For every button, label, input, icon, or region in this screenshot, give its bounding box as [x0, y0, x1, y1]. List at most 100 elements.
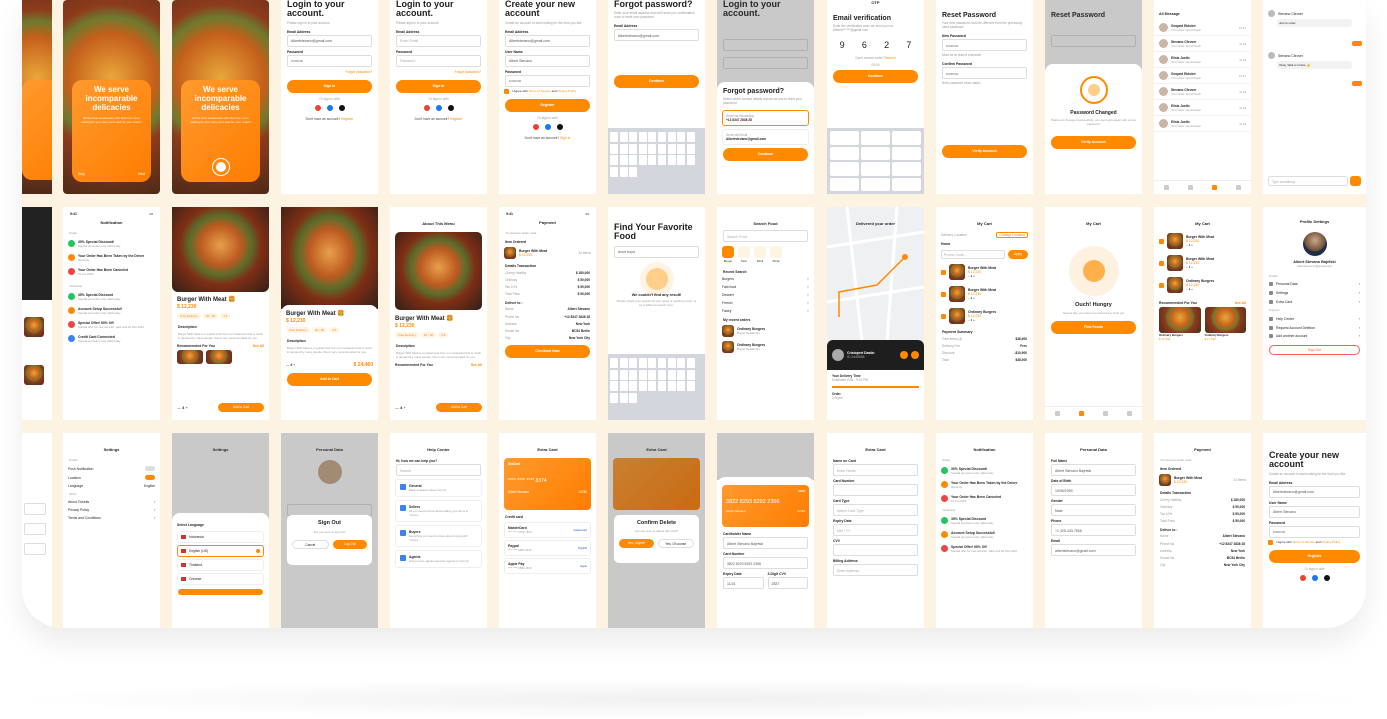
password-field[interactable]: ••••••••••: [505, 74, 590, 87]
close-icon[interactable]: ×: [807, 285, 809, 289]
forgot-password-link[interactable]: Forgot password?: [281, 67, 378, 77]
email-field[interactable]: Enter Email: [396, 34, 481, 47]
dob-field[interactable]: 19/06/1999: [1051, 484, 1136, 496]
profile-item[interactable]: Settings ›: [1263, 289, 1366, 298]
recommend-card[interactable]: Ordinary Burgers $ 17,230: [1204, 307, 1246, 341]
code-digit[interactable]: 2: [884, 40, 889, 50]
search-input[interactable]: Avorr boyd: [614, 245, 699, 258]
continue-button[interactable]: Continue: [723, 148, 808, 162]
address-field[interactable]: Enter Address: [833, 564, 918, 576]
sign-in-button[interactable]: Sign In: [287, 79, 372, 93]
support-item[interactable]: Add another account ›: [1263, 332, 1366, 341]
quantity-stepper[interactable]: − 1 +: [1186, 243, 1246, 247]
email-option[interactable]: Send via Email Albertstevano@gmail.com: [722, 129, 809, 146]
about-item[interactable]: About Ticketis ›: [63, 498, 160, 506]
whatsapp-option[interactable]: Send via WhatsApp +12 8347 2838 28: [722, 110, 809, 127]
card-type-select[interactable]: Select Card Type: [833, 504, 918, 516]
notification-item[interactable]: Your Order Has Been Canceled 19 Jun 2023: [936, 492, 1033, 506]
confirm-password-field[interactable]: ••••••••••: [942, 67, 1027, 80]
recent-item[interactable]: Fastry ×: [717, 307, 814, 315]
notification-item[interactable]: 35% Special Discount Special promotion on…: [63, 290, 160, 304]
see-all-link[interactable]: See All: [471, 363, 482, 367]
cart-icon[interactable]: [1078, 411, 1084, 416]
terms-checkbox[interactable]: [504, 88, 509, 94]
cart-item[interactable]: Burger With Meat $ 12,230− 1 +: [936, 283, 1033, 305]
message-item[interactable]: Elisia Justin Your Order Just Arrived! 11.…: [1154, 100, 1251, 116]
call-icon[interactable]: [900, 351, 908, 359]
notification-item[interactable]: Account Setup Successful! Special promoti…: [63, 304, 160, 318]
payment-card-item[interactable]: MasterCard **** **** 0783 7873 mastercard: [504, 522, 591, 538]
close-icon[interactable]: ×: [807, 309, 809, 313]
apple-icon[interactable]: [338, 104, 345, 111]
code-digit[interactable]: 9: [840, 40, 845, 50]
resend-link[interactable]: Resend: [884, 56, 895, 60]
quantity-stepper[interactable]: − 1 +: [1186, 265, 1246, 269]
quantity-stepper[interactable]: — 4 +: [177, 405, 188, 410]
chat-icon[interactable]: [1212, 185, 1218, 190]
see-all-link[interactable]: See All: [1235, 301, 1246, 305]
keyboard[interactable]: [608, 128, 705, 194]
password-field[interactable]: Password: [396, 54, 481, 67]
close-icon[interactable]: ×: [807, 301, 809, 305]
apple-icon[interactable]: [556, 123, 563, 130]
sign-out-button[interactable]: Sign Out: [1269, 344, 1360, 355]
email-field[interactable]: Albertstevano@gmail.com: [287, 34, 372, 47]
new-password-field[interactable]: ••••••••••: [942, 39, 1027, 52]
facebook-icon[interactable]: [326, 104, 333, 111]
quantity-stepper[interactable]: − 1 +: [1186, 287, 1246, 291]
checkout-button[interactable]: Checkout Now: [505, 344, 590, 358]
verify-account-button[interactable]: Verify Account: [942, 145, 1027, 159]
item-checkbox[interactable]: [1159, 260, 1164, 266]
message-item[interactable]: Elisia Justin Your Order Just Arrived! 11.…: [1154, 116, 1251, 132]
category-chip[interactable]: Taco: [738, 246, 750, 263]
find-foods-button[interactable]: Find Foods: [1051, 321, 1136, 334]
recent-item[interactable]: Dessert ×: [717, 291, 814, 299]
message-item[interactable]: Geopart Etdsien Your Order Just Arrived! 1…: [1154, 68, 1251, 84]
skip-button[interactable]: Skip: [78, 172, 85, 176]
recent-item[interactable]: French ×: [717, 299, 814, 307]
register-button[interactable]: Register: [505, 98, 590, 112]
continue-button[interactable]: Continue: [614, 75, 699, 89]
cancel-button[interactable]: Cancel: [292, 540, 329, 549]
see-all-link[interactable]: See All: [253, 344, 264, 348]
close-icon[interactable]: ×: [807, 277, 809, 281]
google-icon[interactable]: [423, 104, 430, 111]
category-chip[interactable]: Pizza: [770, 246, 782, 263]
notification-item[interactable]: Special Offer! 60% Off Special offer for …: [63, 318, 160, 332]
google-icon[interactable]: [314, 104, 321, 111]
expiry-field[interactable]: MM / YY: [833, 524, 918, 536]
cvv-field[interactable]: [833, 544, 918, 556]
register-link[interactable]: Register: [341, 117, 353, 121]
avatar[interactable]: [1302, 232, 1327, 256]
bag-icon[interactable]: [1187, 185, 1193, 190]
expiry-field[interactable]: 11/24: [723, 577, 764, 589]
language-option[interactable]: English (US): [177, 545, 264, 557]
profile-item[interactable]: Extra Card ›: [1263, 298, 1366, 307]
no-button[interactable]: Yes, Of course: [657, 539, 694, 548]
message-input[interactable]: Type something...: [1268, 176, 1348, 186]
profile-icon[interactable]: [1236, 185, 1242, 190]
username-field[interactable]: Albert Stevano: [505, 54, 590, 67]
order-item[interactable]: Ordinary Burgers Burger Restaurant: [717, 323, 814, 339]
log-out-button[interactable]: Log Out: [332, 540, 367, 549]
password-field[interactable]: ••••••••••: [1269, 525, 1360, 538]
card-number-field[interactable]: 3822 8293 8292 2356: [723, 557, 808, 569]
item-checkbox[interactable]: [1159, 238, 1164, 244]
notification-item[interactable]: 30% Special Discount! Special promotion o…: [936, 464, 1033, 478]
google-icon[interactable]: [1299, 574, 1306, 581]
notification-item[interactable]: Your Order Has Been Canceled 19 Jun 2023: [63, 265, 160, 279]
location-toggle[interactable]: [145, 475, 155, 480]
message-item[interactable]: Stevano Clirover Your Order Just Arrived!…: [1154, 84, 1251, 100]
payment-card-item[interactable]: Apple Pay **** **** 0582 4672 Apple: [504, 558, 591, 574]
full-name-field[interactable]: Albert Stevano Bajefski: [1051, 464, 1136, 476]
email-field[interactable]: Albertstevano@gmail.com: [505, 34, 590, 47]
chat-icon[interactable]: [1103, 411, 1109, 416]
search-input[interactable]: Search Food: [723, 230, 808, 242]
cvv-field[interactable]: 2837: [767, 577, 808, 589]
change-location-button[interactable]: Change Location: [996, 232, 1028, 238]
support-item[interactable]: Help Center ›: [1263, 314, 1366, 323]
notification-item[interactable]: Your Order Has Been Taken by the Driver R…: [936, 478, 1033, 492]
privacy-link[interactable]: Privacy Policy: [558, 89, 577, 93]
order-item[interactable]: Ordinary Burgers Burger Restaurant: [717, 339, 814, 355]
apple-icon[interactable]: [1323, 574, 1330, 581]
